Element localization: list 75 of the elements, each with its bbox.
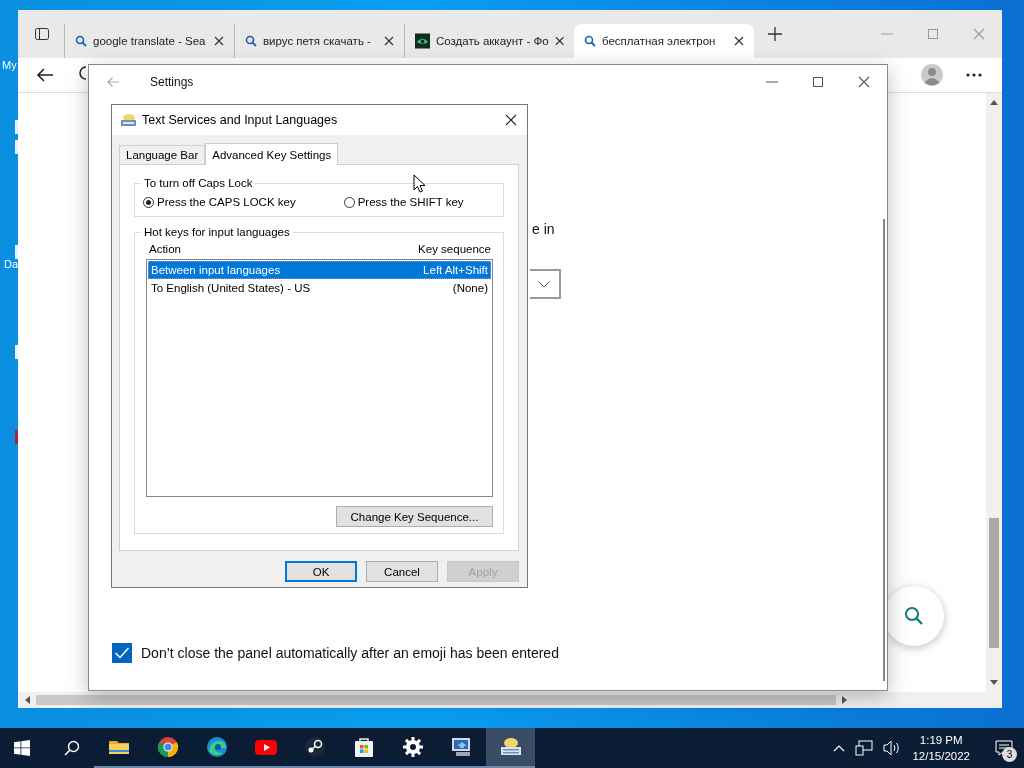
dialog-button[interactable]: OK xyxy=(285,561,357,582)
radio-label[interactable]: Press the SHIFT key xyxy=(357,196,464,208)
more-icon[interactable] xyxy=(966,73,982,77)
start-icon[interactable] xyxy=(14,740,30,756)
tab-actions-icon[interactable] xyxy=(34,26,50,42)
checkbox[interactable] xyxy=(112,643,132,663)
tab-title: бесплатная электрон xyxy=(602,35,717,47)
tab[interactable]: Advanced Key Settings xyxy=(205,143,339,165)
settings-icon xyxy=(400,735,425,759)
steam-icon xyxy=(302,735,327,759)
close-icon[interactable] xyxy=(858,76,870,88)
browser-tab[interactable]: бесплатная электрон xyxy=(574,24,754,58)
app-icon xyxy=(415,33,430,49)
setting-text: e in xyxy=(532,221,555,237)
speaker-icon[interactable] xyxy=(883,740,902,756)
notification-icon[interactable] xyxy=(995,740,1013,756)
chevron-up-icon[interactable] xyxy=(833,744,846,752)
desktop-icon-label[interactable]: My xyxy=(2,59,17,71)
scrollbar[interactable] xyxy=(986,93,1002,692)
scroll-left-icon[interactable] xyxy=(24,696,30,704)
list-cell: To English (United States) - US xyxy=(151,282,311,294)
tab-title: google translate - Sea xyxy=(93,35,207,47)
window-title: Text Services and Input Languages xyxy=(142,113,338,127)
profile-icon[interactable] xyxy=(920,63,944,87)
keyboard-icon xyxy=(120,113,136,127)
list-row[interactable]: Between input languages Left Alt+Shift xyxy=(148,261,491,279)
dropdown[interactable] xyxy=(530,269,561,299)
scroll-thumb[interactable] xyxy=(989,518,999,648)
chrome-icon xyxy=(155,735,180,759)
close-icon[interactable] xyxy=(505,114,517,126)
chevron-down-icon xyxy=(538,280,550,288)
column-header: Action xyxy=(149,243,181,255)
list-cell: Left Alt+Shift xyxy=(423,264,488,276)
list-box[interactable]: Between input languages Left Alt+Shift To English (United States) - US (None) xyxy=(146,259,493,497)
notification-badge: 3 xyxy=(1002,747,1017,762)
checkbox-label: Don’t close the panel automatically after an emoji has been entered xyxy=(141,645,559,661)
search-icon xyxy=(75,35,87,47)
search-icon[interactable] xyxy=(64,740,80,756)
back-arrow-icon[interactable] xyxy=(36,67,54,83)
scrollbar[interactable] xyxy=(883,219,885,681)
close-icon[interactable] xyxy=(384,36,394,46)
network-icon[interactable] xyxy=(855,740,874,756)
search-icon xyxy=(584,35,596,47)
scroll-down-icon[interactable] xyxy=(990,680,998,686)
radio-label[interactable]: Press the CAPS LOCK key xyxy=(157,196,296,208)
taskbar-app[interactable] xyxy=(486,728,535,768)
close-icon[interactable] xyxy=(214,36,224,46)
column-header: Key sequence xyxy=(418,243,491,255)
group-title: Hot keys for input languages xyxy=(141,226,293,238)
list-cell: (None) xyxy=(452,282,488,294)
group-title: To turn off Caps Lock xyxy=(141,177,256,189)
dialog-button[interactable]: Cancel xyxy=(366,561,438,582)
refresh-icon[interactable] xyxy=(79,65,86,81)
scroll-thumb[interactable] xyxy=(36,695,836,705)
search-icon xyxy=(904,606,924,626)
list-row[interactable]: To English (United States) - US (None) xyxy=(148,279,491,297)
change-key-sequence-button[interactable]: Change Key Sequence... xyxy=(336,506,493,527)
edge-icon xyxy=(204,735,229,759)
mouse-cursor-icon xyxy=(413,174,425,193)
scrollbar[interactable] xyxy=(18,692,1002,708)
new-tab-icon[interactable] xyxy=(768,27,782,41)
tab-title: вирус петя скачать - xyxy=(263,35,372,47)
tab-title: Создать аккаунт - Фо xyxy=(436,35,549,47)
window-title: Settings xyxy=(150,75,194,89)
maximize-icon[interactable] xyxy=(812,76,824,88)
close-icon[interactable] xyxy=(554,36,564,46)
clock-time[interactable]: 1:19 PM xyxy=(919,732,963,748)
desktop-icon-label[interactable]: Da xyxy=(4,258,19,270)
list-cell: Between input languages xyxy=(151,264,281,276)
tab[interactable]: Language Bar xyxy=(119,145,206,164)
search-icon xyxy=(245,35,257,47)
close-icon[interactable] xyxy=(734,36,744,46)
scroll-up-icon[interactable] xyxy=(990,99,998,105)
scroll-right-icon[interactable] xyxy=(842,696,848,704)
clock-date[interactable]: 12/15/2022 xyxy=(912,748,970,764)
